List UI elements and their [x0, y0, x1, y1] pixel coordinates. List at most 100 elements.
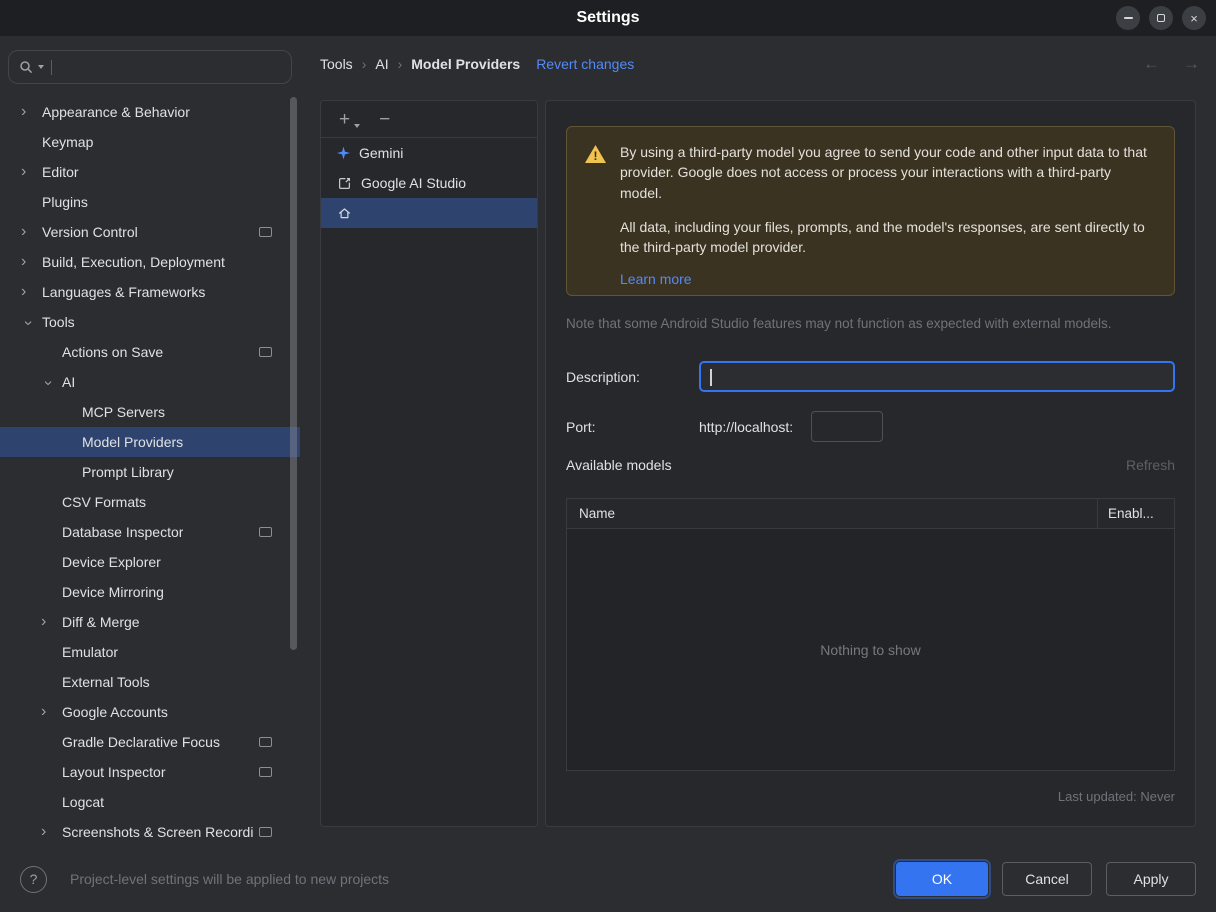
sidebar-item-external-tools[interactable]: External Tools [0, 667, 300, 697]
port-input[interactable] [811, 411, 884, 442]
settings-search-box[interactable] [8, 50, 292, 84]
minimize-icon [1123, 17, 1133, 19]
port-row: Port: http://localhost: [566, 411, 1175, 442]
description-row: Description: [566, 361, 1175, 392]
search-caret [51, 59, 52, 75]
sidebar-item-label: Actions on Save [62, 344, 164, 360]
description-input[interactable] [699, 361, 1175, 392]
settings-tree: › Appearance & Behavior Keymap › Editor Pl… [0, 97, 300, 846]
column-header-enabled: Enabl... [1097, 499, 1174, 528]
sidebar-item-ai[interactable]: › AI [0, 367, 300, 397]
sidebar-item-label: Keymap [42, 134, 94, 150]
sidebar-item-label: Prompt Library [82, 464, 174, 480]
chevron-right-icon[interactable]: › [14, 104, 42, 120]
sidebar-item-emulator[interactable]: Emulator [0, 637, 300, 667]
cancel-button[interactable]: Cancel [1002, 862, 1092, 896]
google-ai-studio-icon [337, 176, 352, 191]
chevron-down-icon[interactable]: › [20, 309, 37, 337]
port-host-prefix: http://localhost: [699, 418, 794, 435]
sidebar-item-editor[interactable]: › Editor [0, 157, 300, 187]
warning-icon: ! [585, 145, 606, 163]
breadcrumb-model-providers: Model Providers [411, 56, 521, 72]
back-arrow-icon[interactable]: ← [1143, 54, 1160, 74]
sidebar-item-screenshots-screen-recording[interactable]: › Screenshots & Screen Recordi [0, 817, 300, 846]
sidebar-item-label: External Tools [62, 674, 150, 690]
sidebar-item-tools[interactable]: › Tools [0, 307, 300, 337]
sidebar-item-mcp-servers[interactable]: MCP Servers [0, 397, 300, 427]
window-title: Settings [576, 9, 640, 26]
sidebar-item-database-inspector[interactable]: Database Inspector [0, 517, 300, 547]
sidebar-scrollbar[interactable] [290, 97, 297, 650]
chevron-right-icon[interactable]: › [34, 704, 62, 720]
sidebar-item-keymap[interactable]: Keymap [0, 127, 300, 157]
dialog-footer: ? Project-level settings will be applied… [0, 846, 1216, 912]
title-bar: Settings × [0, 0, 1216, 36]
sidebar-item-device-mirroring[interactable]: Device Mirroring [0, 577, 300, 607]
chevron-down-icon[interactable]: › [40, 369, 57, 397]
breadcrumb-separator-icon: › [397, 56, 403, 72]
chevron-right-icon[interactable]: › [34, 824, 62, 840]
sidebar-item-appearance-behavior[interactable]: › Appearance & Behavior [0, 97, 300, 127]
chevron-right-icon[interactable]: › [14, 164, 42, 180]
forward-arrow-icon[interactable]: → [1183, 54, 1200, 74]
sidebar-item-label: Emulator [62, 644, 119, 660]
help-button[interactable]: ? [20, 865, 47, 893]
breadcrumb-ai[interactable]: AI [375, 56, 388, 72]
sidebar-item-device-explorer[interactable]: Device Explorer [0, 547, 300, 577]
screen-settings-icon [259, 527, 272, 537]
close-button[interactable]: × [1182, 6, 1206, 30]
breadcrumb-tools[interactable]: Tools [320, 56, 353, 72]
remove-provider-button[interactable]: − [375, 108, 394, 131]
sidebar-item-build-execution-deployment[interactable]: › Build, Execution, Deployment [0, 247, 300, 277]
chevron-right-icon[interactable]: › [14, 224, 42, 240]
add-provider-button[interactable]: + [335, 108, 361, 131]
sidebar-item-version-control[interactable]: › Version Control [0, 217, 300, 247]
chevron-right-icon[interactable]: › [14, 284, 42, 300]
provider-item-google-ai-studio[interactable]: Google AI Studio [321, 168, 537, 198]
sidebar-item-gradle-declarative-focus[interactable]: Gradle Declarative Focus [0, 727, 300, 757]
sidebar-item-label: Model Providers [82, 434, 184, 450]
sidebar-item-languages-frameworks[interactable]: › Languages & Frameworks [0, 277, 300, 307]
port-label: Port: [566, 418, 596, 435]
sidebar-item-label: CSV Formats [62, 494, 147, 510]
available-models-label: Available models [566, 457, 672, 473]
search-options-chevron-icon[interactable] [38, 65, 44, 69]
sidebar-item-label: Gradle Declarative Focus [62, 734, 220, 750]
provider-item-gemini[interactable]: Gemini [321, 138, 537, 168]
provider-item-new[interactable] [321, 198, 537, 228]
sidebar-item-label: Plugins [42, 194, 88, 210]
search-input[interactable] [57, 58, 281, 76]
sidebar-item-actions-on-save[interactable]: Actions on Save [0, 337, 300, 367]
sidebar-item-prompt-library[interactable]: Prompt Library [0, 457, 300, 487]
sidebar-item-model-providers[interactable]: Model Providers [0, 427, 300, 457]
ok-button[interactable]: OK [896, 862, 988, 896]
revert-changes-link[interactable]: Revert changes [536, 56, 634, 72]
sidebar-item-label: Build, Execution, Deployment [42, 254, 225, 270]
sidebar-item-layout-inspector[interactable]: Layout Inspector [0, 757, 300, 787]
sidebar-item-label: Version Control [42, 224, 138, 240]
sidebar-item-label: Google Accounts [62, 704, 168, 720]
sidebar-item-plugins[interactable]: Plugins [0, 187, 300, 217]
settings-sidebar: › Appearance & Behavior Keymap › Editor Pl… [0, 36, 300, 846]
sidebar-item-google-accounts[interactable]: › Google Accounts [0, 697, 300, 727]
screen-settings-icon [259, 827, 272, 837]
sidebar-item-label: AI [62, 374, 76, 390]
provider-name: Google AI Studio [361, 175, 467, 191]
settings-dialog: Settings × › Appearance & Behavior Keymap… [0, 0, 1216, 912]
sidebar-item-diff-merge[interactable]: › Diff & Merge [0, 607, 300, 637]
refresh-link[interactable]: Refresh [1126, 457, 1175, 473]
sidebar-item-label: Tools [42, 314, 75, 330]
chevron-right-icon[interactable]: › [14, 254, 42, 270]
gemini-star-icon [337, 146, 350, 160]
sidebar-item-logcat[interactable]: Logcat [0, 787, 300, 817]
sidebar-item-csv-formats[interactable]: CSV Formats [0, 487, 300, 517]
minimize-button[interactable] [1116, 6, 1140, 30]
breadcrumb-bar: Tools › AI › Model Providers Revert chan… [320, 36, 1216, 92]
chevron-right-icon[interactable]: › [34, 614, 62, 630]
sidebar-item-label: Logcat [62, 794, 105, 810]
learn-more-link[interactable]: Learn more [620, 269, 692, 289]
provider-name: Gemini [359, 145, 404, 161]
maximize-button[interactable] [1149, 6, 1173, 30]
sidebar-item-label: Languages & Frameworks [42, 284, 206, 300]
apply-button[interactable]: Apply [1106, 862, 1196, 896]
